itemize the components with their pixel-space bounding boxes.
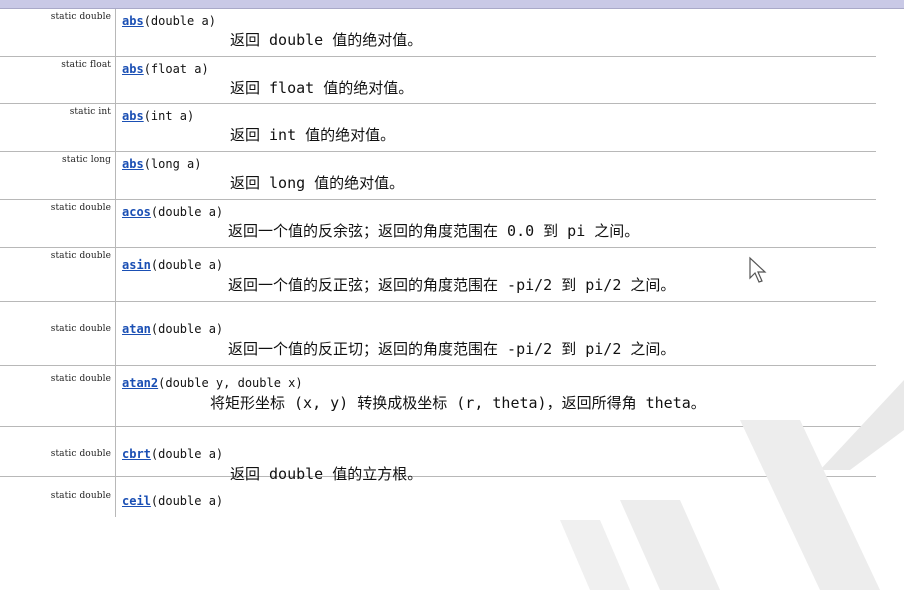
watermark-overlay — [560, 380, 904, 590]
